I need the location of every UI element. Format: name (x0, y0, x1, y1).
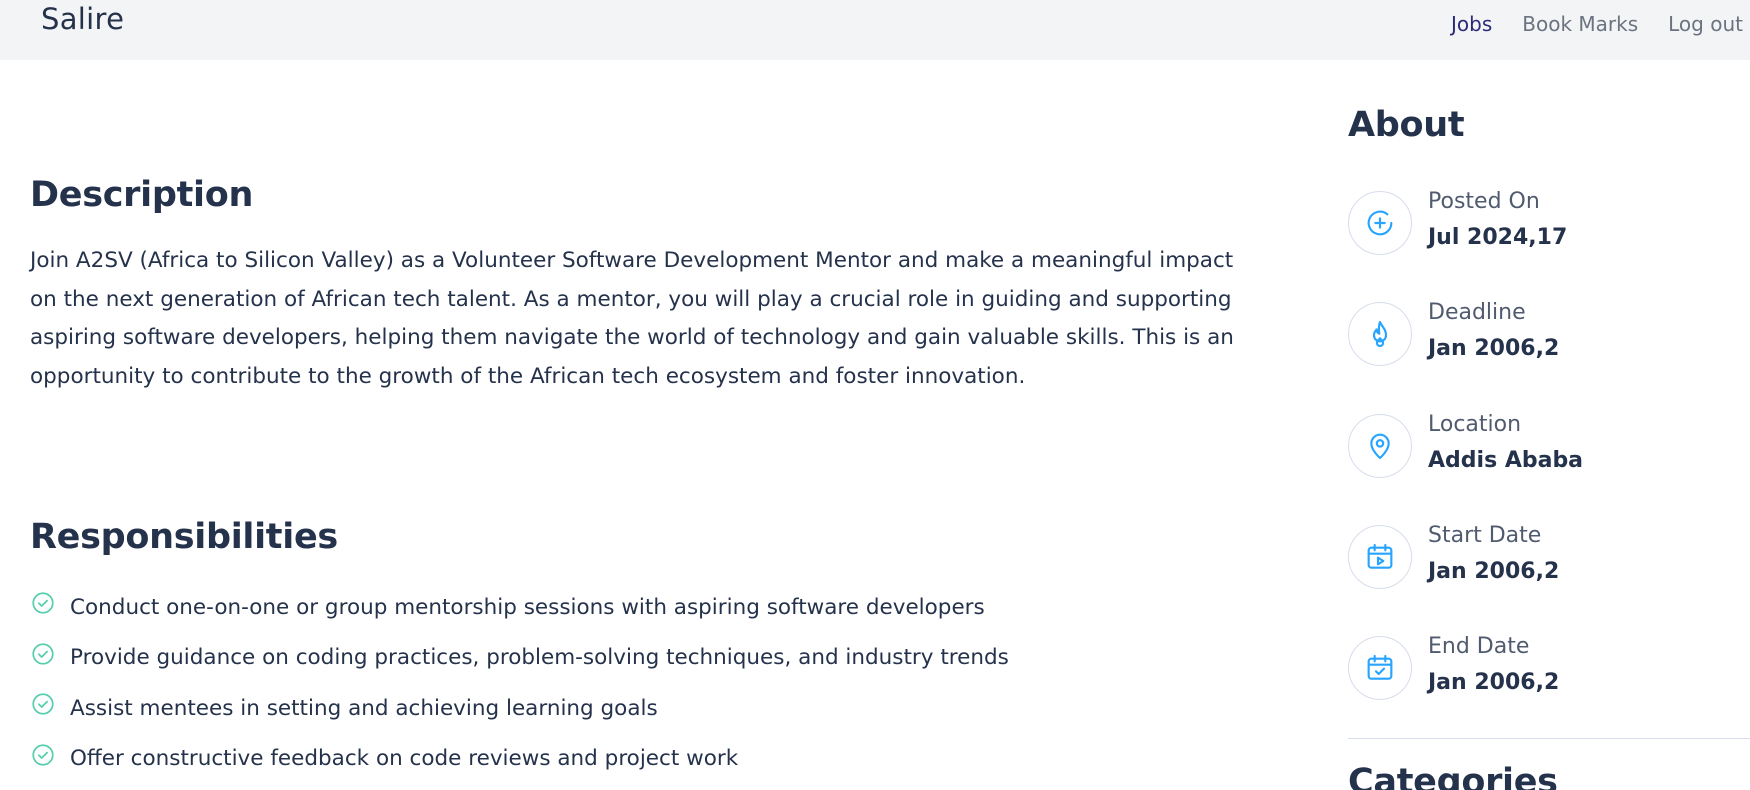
responsibility-text: Conduct one-on-one or group mentorship s… (70, 594, 985, 620)
responsibility-text: Provide guidance on coding practices, pr… (70, 645, 1009, 671)
description-text: Join A2SV (Africa to Silicon Valley) as … (30, 248, 1234, 389)
about-label: Posted On (1428, 189, 1540, 214)
about-label: End Date (1428, 634, 1530, 659)
calendar-play-icon (1348, 525, 1412, 589)
responsibility-item: Offer constructive feedback on code revi… (30, 734, 1009, 785)
check-circle-icon (32, 693, 54, 715)
calendar-check-icon (1348, 636, 1412, 700)
responsibility-text: Offer constructive feedback on code revi… (70, 746, 739, 772)
responsibility-text: Assist mentees in setting and achieving … (70, 695, 658, 721)
responsibility-item: Assist mentees in setting and achieving … (30, 683, 1009, 734)
about-title: About (1348, 105, 1465, 145)
about-value: Jan 2006,2 (1428, 336, 1560, 361)
sidebar-divider (1348, 738, 1750, 739)
about-item-end-date: End Date Jan 2006,2 (1348, 634, 1748, 702)
brand-logo[interactable]: Salire (41, 2, 124, 36)
about-label: Location (1428, 412, 1522, 437)
nav-link-bookmarks[interactable]: Book Marks (1522, 12, 1638, 36)
responsibilities-list: Conduct one-on-one or group mentorship s… (30, 582, 1009, 784)
about-label: Deadline (1428, 300, 1526, 325)
fire-icon (1348, 302, 1412, 366)
responsibilities-title: Responsibilities (30, 517, 338, 557)
plus-circle-icon (1348, 191, 1412, 255)
about-value: Addis Ababa (1428, 448, 1584, 473)
about-item-posted-on: Posted On Jul 2024,17 (1348, 189, 1748, 257)
about-value: Jan 2006,2 (1428, 559, 1560, 584)
top-navbar: Salire Jobs Book Marks Log out (0, 0, 1750, 60)
about-item-deadline: Deadline Jan 2006,2 (1348, 300, 1748, 368)
location-pin-icon (1348, 414, 1412, 478)
nav-link-jobs[interactable]: Jobs (1451, 12, 1492, 36)
about-item-start-date: Start Date Jan 2006,2 (1348, 523, 1748, 591)
check-circle-icon (32, 592, 54, 614)
responsibility-item: Provide guidance on coding practices, pr… (30, 633, 1009, 684)
nav-links: Jobs Book Marks Log out (1451, 12, 1743, 36)
responsibility-item: Conduct one-on-one or group mentorship s… (30, 582, 1009, 633)
about-label: Start Date (1428, 523, 1542, 548)
nav-link-logout[interactable]: Log out (1668, 12, 1743, 36)
description-title: Description (30, 175, 254, 215)
about-value: Jul 2024,17 (1428, 225, 1568, 250)
about-value: Jan 2006,2 (1428, 670, 1560, 695)
about-item-location: Location Addis Ababa (1348, 412, 1748, 480)
categories-title: Categories (1348, 762, 1558, 790)
check-circle-icon (32, 643, 54, 665)
check-circle-icon (32, 744, 54, 766)
